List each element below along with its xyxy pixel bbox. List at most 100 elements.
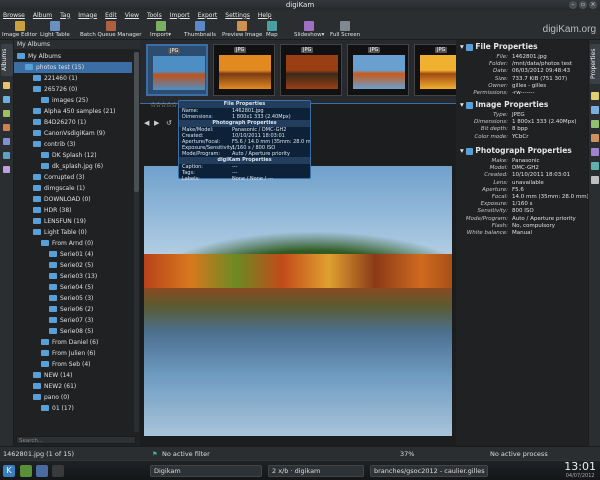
property-row: File: 1462801.jpg bbox=[456, 54, 588, 61]
album-item[interactable]: NEW (14) bbox=[14, 370, 132, 381]
tools-icon[interactable] bbox=[591, 176, 599, 184]
album-item[interactable]: Corrupted (3) bbox=[14, 172, 132, 183]
album-item[interactable]: 265726 (0) bbox=[14, 84, 132, 95]
forward-arrow-icon[interactable]: ▶ bbox=[154, 119, 159, 127]
menu-item-tools[interactable]: Tools bbox=[147, 12, 162, 19]
toolbar-batch-queue-button[interactable]: Batch Queue Manager bbox=[80, 21, 141, 38]
rotate-left-icon[interactable]: ↺ bbox=[166, 119, 172, 127]
album-item[interactable]: Serie02 (5) bbox=[14, 260, 132, 271]
toolbar-thumbnails-button[interactable]: Thumbnails bbox=[184, 21, 216, 38]
album-item[interactable]: From Daniel (6) bbox=[14, 337, 132, 348]
fuzzy-search-icon[interactable] bbox=[3, 138, 10, 145]
section-header-file[interactable]: ▾ File Properties bbox=[460, 42, 538, 51]
toolbar-slideshow-button[interactable]: Slideshow▾ bbox=[294, 21, 324, 38]
timeline-icon[interactable] bbox=[3, 110, 10, 117]
maximize-icon[interactable]: ▫ bbox=[579, 1, 587, 9]
section-header-image[interactable]: ▾ Image Properties bbox=[460, 100, 548, 109]
rating-stars[interactable]: ☆☆☆☆☆ bbox=[150, 101, 177, 109]
filters-icon[interactable] bbox=[591, 162, 599, 170]
album-item[interactable]: DOWNLOAD (0) bbox=[14, 194, 132, 205]
album-label: photos test (15) bbox=[36, 64, 85, 71]
toolbar-import-button[interactable]: Import▾ bbox=[150, 21, 171, 38]
album-item[interactable]: CanonVsdigiKam (9) bbox=[14, 128, 132, 139]
toolbar-fullscreen-button[interactable]: Full Screen bbox=[330, 21, 360, 38]
toolbar-map-button[interactable]: Map bbox=[266, 21, 278, 38]
section-header-photo[interactable]: ▾ Photograph Properties bbox=[460, 146, 572, 155]
album-item[interactable]: 01 (17) bbox=[14, 403, 132, 414]
map-search-icon[interactable] bbox=[3, 152, 10, 159]
kde-menu-icon[interactable]: K bbox=[3, 465, 15, 477]
thumbnail-item[interactable]: JPG ☆☆☆☆☆ bbox=[146, 44, 208, 109]
album-item[interactable]: Alpha 450 samples (21) bbox=[14, 106, 132, 117]
album-item[interactable]: From Julien (6) bbox=[14, 348, 132, 359]
album-item[interactable]: Serie07 (3) bbox=[14, 315, 132, 326]
album-item[interactable]: LENSFUN (19) bbox=[14, 216, 132, 227]
album-item[interactable]: Light Table (0) bbox=[14, 227, 132, 238]
album-item[interactable]: HDR (38) bbox=[14, 205, 132, 216]
geolocation-icon[interactable] bbox=[591, 120, 599, 128]
album-item[interactable]: dk_splash.jpg (6) bbox=[14, 161, 132, 172]
toolbar-preview-button[interactable]: Preview Image bbox=[222, 21, 262, 38]
image-preview[interactable] bbox=[144, 166, 452, 436]
album-item[interactable]: pano (0) bbox=[14, 392, 132, 403]
menu-item-import[interactable]: Import bbox=[170, 12, 190, 19]
metadata-icon[interactable] bbox=[591, 92, 599, 100]
search-icon[interactable] bbox=[3, 124, 10, 131]
album-item[interactable]: From Seb (4) bbox=[14, 359, 132, 370]
album-item[interactable]: 221460 (1) bbox=[14, 73, 132, 84]
menu-item-settings[interactable]: Settings bbox=[225, 12, 250, 19]
menu-item-export[interactable]: Export bbox=[198, 12, 218, 19]
menu-item-view[interactable]: View bbox=[125, 12, 139, 19]
menu-item-album[interactable]: Album bbox=[33, 12, 52, 19]
album-item[interactable]: NEW2 (61) bbox=[14, 381, 132, 392]
thumbnail-item[interactable]: JPG bbox=[347, 44, 409, 96]
album-item[interactable]: DK Splash (12) bbox=[14, 150, 132, 161]
back-arrow-icon[interactable]: ◀ bbox=[144, 119, 149, 127]
album-item[interactable]: photos test (15) bbox=[14, 62, 132, 73]
property-key: Lens: bbox=[493, 179, 508, 186]
album-item[interactable]: From Arnd (0) bbox=[14, 238, 132, 249]
task-terminal[interactable]: 2 x/b · digikam bbox=[268, 465, 364, 477]
toolbar-image-editor-button[interactable]: Image Editor bbox=[2, 21, 37, 38]
close-icon[interactable]: × bbox=[589, 1, 597, 9]
album-item[interactable]: Serie04 (5) bbox=[14, 282, 132, 293]
menu-item-help[interactable]: Help bbox=[258, 12, 272, 19]
menu-item-edit[interactable]: Edit bbox=[105, 12, 117, 19]
colors-icon[interactable] bbox=[591, 106, 599, 114]
album-item[interactable]: images (25) bbox=[14, 95, 132, 106]
thumbnail-item[interactable]: JPG bbox=[213, 44, 275, 96]
menu-item-tag[interactable]: Tag bbox=[60, 12, 70, 19]
album-item[interactable]: Serie03 (13) bbox=[14, 271, 132, 282]
album-item[interactable]: B4D26270 (1) bbox=[14, 117, 132, 128]
thumbnail-item[interactable]: JPG bbox=[280, 44, 342, 96]
left-sidebar-tabs: Albums bbox=[0, 40, 14, 446]
album-scrollbar[interactable] bbox=[134, 52, 139, 432]
task-digikam[interactable]: Digikam bbox=[150, 465, 262, 477]
terminal-icon[interactable] bbox=[52, 465, 64, 477]
album-item[interactable]: Serie06 (2) bbox=[14, 304, 132, 315]
album-item[interactable]: contrib (3) bbox=[14, 139, 132, 150]
people-icon[interactable] bbox=[3, 166, 10, 173]
album-item[interactable]: My Albums bbox=[14, 51, 132, 62]
toolbar-light-table-button[interactable]: Light Table bbox=[40, 21, 70, 38]
captions-icon[interactable] bbox=[591, 134, 599, 142]
menu-item-image[interactable]: Image bbox=[78, 12, 97, 19]
album-search-input[interactable]: Search... bbox=[16, 436, 136, 444]
calendar-icon[interactable] bbox=[3, 96, 10, 103]
desktop-icon[interactable] bbox=[20, 465, 32, 477]
tags-icon[interactable] bbox=[3, 82, 10, 89]
album-item[interactable]: Serie01 (4) bbox=[14, 249, 132, 260]
versions-icon[interactable] bbox=[591, 148, 599, 156]
filter-icon[interactable]: ⚑ bbox=[152, 447, 158, 461]
task-branches[interactable]: branches/gsoc2012 - caulier.gilles bbox=[370, 465, 488, 477]
file-manager-icon[interactable] bbox=[36, 465, 48, 477]
tab-albums[interactable]: Albums bbox=[1, 44, 13, 76]
tab-properties[interactable]: Properties bbox=[590, 44, 600, 84]
folder-icon bbox=[33, 217, 41, 224]
minimize-icon[interactable]: – bbox=[569, 1, 577, 9]
album-item[interactable]: Serie05 (3) bbox=[14, 293, 132, 304]
album-item[interactable]: dimgscale (1) bbox=[14, 183, 132, 194]
album-item[interactable]: Serie08 (5) bbox=[14, 326, 132, 337]
property-value: Manual bbox=[512, 230, 532, 236]
menu-item-browse[interactable]: Browse bbox=[3, 12, 25, 19]
